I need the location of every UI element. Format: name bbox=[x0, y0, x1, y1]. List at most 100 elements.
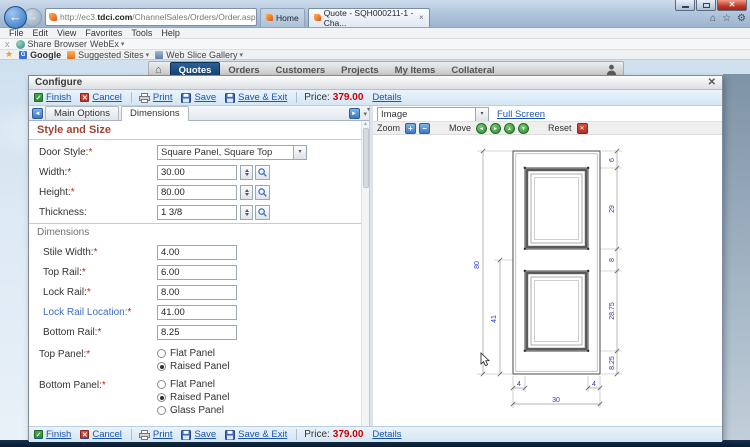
lock-rail-input[interactable] bbox=[157, 285, 237, 300]
save-exit-button[interactable]: Save & Exit bbox=[225, 92, 287, 103]
splitter-collapse-icon[interactable]: ▾ bbox=[367, 106, 370, 113]
web-slice-dropdown-icon[interactable]: ▾ bbox=[240, 51, 244, 59]
back-button[interactable]: ← bbox=[4, 5, 27, 29]
menu-file[interactable]: File bbox=[9, 28, 24, 38]
webex-button[interactable]: WebEx bbox=[90, 39, 119, 49]
lock-rail-location-label[interactable]: Lock Rail Location:* bbox=[29, 307, 157, 318]
bottom-panel-glass-radio[interactable] bbox=[157, 406, 166, 415]
width-lookup-button[interactable] bbox=[255, 165, 270, 180]
suggested-sites-dropdown-icon[interactable]: ▾ bbox=[146, 51, 150, 59]
url-text: http://ec3.tdci.com/ChannelSales/Orders/… bbox=[60, 12, 257, 22]
save-exit-disk-icon bbox=[225, 429, 236, 440]
finish-check-icon: ✓ bbox=[34, 430, 43, 439]
webex-dropdown-icon[interactable]: ▾ bbox=[121, 40, 125, 48]
price-label: Price: bbox=[304, 92, 330, 103]
address-bar[interactable]: http://ec3.tdci.com/ChannelSales/Orders/… bbox=[45, 8, 257, 26]
scroll-up-icon[interactable]: ▲ bbox=[363, 121, 368, 127]
favorites-star-icon[interactable]: ☆ bbox=[722, 13, 731, 24]
details-link[interactable]: Details bbox=[372, 92, 401, 103]
move-down-button[interactable]: ▼ bbox=[518, 122, 530, 134]
thickness-lookup-button[interactable] bbox=[255, 205, 270, 220]
door-style-select[interactable]: Square Panel, Square Top ▾ bbox=[157, 145, 307, 160]
bottom-rail-label: Bottom Rail:* bbox=[43, 327, 102, 338]
commandbar-close-icon[interactable]: x bbox=[5, 39, 10, 49]
dim-bottom-rail: 8.25 bbox=[609, 356, 616, 370]
move-label: Move bbox=[449, 123, 472, 133]
save-button[interactable]: Save bbox=[181, 92, 216, 103]
share-browser-button[interactable]: Share Browser bbox=[28, 39, 88, 49]
bottom-panel-raised-radio[interactable] bbox=[157, 393, 166, 402]
address-row: ← → http://ec3.tdci.com/ChannelSales/Ord… bbox=[4, 5, 680, 29]
thickness-input[interactable] bbox=[157, 205, 237, 220]
height-lookup-button[interactable] bbox=[255, 185, 270, 200]
menu-view[interactable]: View bbox=[57, 28, 76, 38]
zoom-out-button[interactable]: − bbox=[419, 122, 431, 134]
menu-help[interactable]: Help bbox=[161, 28, 180, 38]
door-diagram: 80 41 6 29 8 28.75 8.25 4 4 30 bbox=[474, 148, 622, 408]
move-left-button[interactable]: ◄ bbox=[476, 122, 488, 134]
home-icon[interactable]: ⌂ bbox=[710, 13, 716, 24]
dialog-close-icon[interactable]: ✕ bbox=[708, 77, 716, 88]
tab-scroll-right-button[interactable]: ► bbox=[348, 108, 360, 119]
printer-icon bbox=[138, 429, 150, 440]
print-button[interactable]: Print bbox=[138, 92, 172, 103]
top-panel-flat-radio[interactable] bbox=[157, 349, 166, 358]
print-button-bottom[interactable]: Print bbox=[138, 429, 172, 440]
save-button-bottom[interactable]: Save bbox=[181, 429, 216, 440]
height-spinner[interactable] bbox=[240, 185, 253, 200]
menu-edit[interactable]: Edit bbox=[33, 28, 49, 38]
height-input[interactable] bbox=[157, 185, 237, 200]
settings-gear-icon[interactable]: ⚙ bbox=[737, 13, 746, 24]
site-favicon-icon bbox=[49, 13, 57, 21]
favorite-google[interactable]: Google bbox=[30, 50, 61, 60]
command-bar: x Share Browser WebEx ▾ bbox=[0, 39, 750, 50]
thickness-spinner[interactable] bbox=[240, 205, 253, 220]
add-favorite-icon[interactable]: ★ bbox=[5, 49, 13, 60]
tab-quote[interactable]: Quote - SQH000211-1 - Cha... × bbox=[307, 7, 430, 28]
cancel-button[interactable]: ✕ Cancel bbox=[80, 92, 122, 103]
tab-dimensions[interactable]: Dimensions bbox=[120, 106, 189, 121]
close-button[interactable]: ✕ bbox=[717, 0, 747, 11]
thickness-row: Thickness: bbox=[29, 205, 361, 220]
move-right-button[interactable]: ► bbox=[490, 122, 502, 134]
menu-favorites[interactable]: Favorites bbox=[85, 28, 122, 38]
finish-button-bottom[interactable]: ✓ Finish bbox=[34, 429, 71, 440]
tab-main-options[interactable]: Main Options bbox=[45, 106, 119, 120]
maximize-button[interactable] bbox=[696, 0, 716, 11]
favorite-suggested-sites[interactable]: Suggested Sites bbox=[78, 50, 144, 60]
details-link-bottom[interactable]: Details bbox=[372, 429, 401, 440]
door-preview-canvas[interactable]: 80 41 6 29 8 28.75 8.25 4 4 30 bbox=[373, 135, 722, 426]
thickness-label: Thickness: bbox=[39, 207, 87, 218]
width-input[interactable] bbox=[157, 165, 237, 180]
form-scrollbar[interactable]: ▲ bbox=[361, 121, 370, 426]
bottom-panel-flat-radio[interactable] bbox=[157, 380, 166, 389]
save-exit-button-bottom[interactable]: Save & Exit bbox=[225, 429, 287, 440]
favorites-bar: ★ G Google Suggested Sites ▾ Web Slice G… bbox=[0, 49, 750, 60]
minimize-button[interactable] bbox=[675, 0, 695, 11]
finish-button[interactable]: ✓ Finish bbox=[34, 92, 71, 103]
reset-button[interactable]: ✕ bbox=[576, 122, 588, 134]
width-spinner[interactable] bbox=[240, 165, 253, 180]
top-panel-raised-radio[interactable] bbox=[157, 362, 166, 371]
full-screen-link[interactable]: Full Screen bbox=[497, 109, 545, 120]
zoom-in-button[interactable]: + bbox=[405, 122, 417, 134]
tab-home[interactable]: Home bbox=[260, 7, 305, 27]
reset-label: Reset bbox=[548, 123, 572, 133]
chevron-down-icon[interactable]: ▾ bbox=[475, 107, 488, 121]
scrollbar-thumb[interactable] bbox=[362, 128, 369, 188]
lock-rail-location-input[interactable] bbox=[157, 305, 237, 320]
top-rail-input[interactable] bbox=[157, 265, 237, 280]
tab-scroll-left-button[interactable]: ◄ bbox=[32, 108, 43, 119]
stile-width-label: Stile Width:* bbox=[43, 247, 98, 258]
move-up-button[interactable]: ▲ bbox=[504, 122, 516, 134]
favorite-web-slice-gallery[interactable]: Web Slice Gallery bbox=[166, 50, 237, 60]
bottom-rail-input[interactable] bbox=[157, 325, 237, 340]
stile-width-input[interactable] bbox=[157, 245, 237, 260]
viewer-toolbar: Zoom + − Move ◄ ► ▲ ▼ Reset ✕ bbox=[373, 121, 722, 135]
tab-close-icon[interactable]: × bbox=[419, 13, 424, 22]
menu-tools[interactable]: Tools bbox=[131, 28, 152, 38]
chevron-down-icon[interactable]: ▾ bbox=[293, 146, 306, 159]
viewer-mode-select[interactable]: Image ▾ bbox=[377, 106, 489, 122]
cancel-button-bottom[interactable]: ✕ Cancel bbox=[80, 429, 122, 440]
lock-rail-location-row: Lock Rail Location:* bbox=[29, 305, 361, 320]
